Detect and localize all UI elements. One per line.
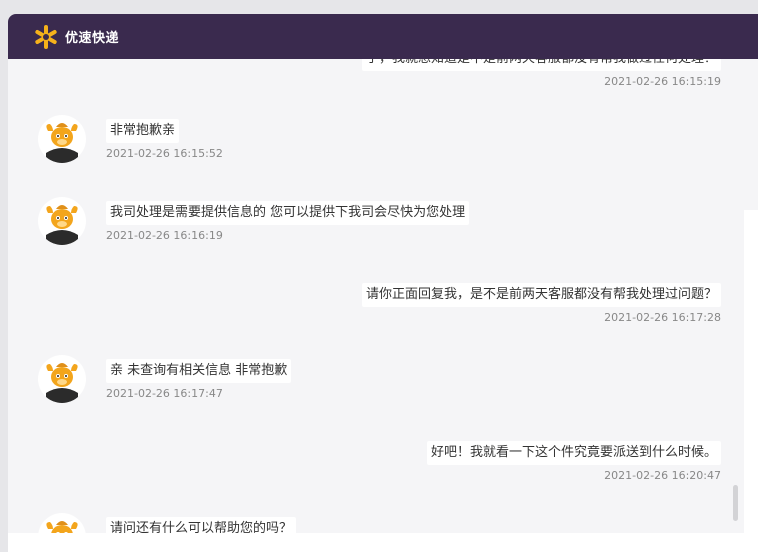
message-outgoing: 好吧！我就看一下这个件究竟要派送到什么时候。 2021-02-26 16:20:… bbox=[426, 441, 721, 484]
app-header: 优速快递 bbox=[8, 14, 758, 59]
agent-avatar bbox=[38, 355, 86, 403]
message-timestamp: 2021-02-26 16:17:28 bbox=[604, 311, 721, 324]
message-outgoing: 请你正面回复我，是不是前两天客服都没有帮我处理过问题？ 2021-02-26 1… bbox=[361, 283, 721, 326]
brand-name: 优速快递 bbox=[65, 31, 120, 46]
message-bubble: 我司处理是需要提供信息的 您可以提供下我司会尽快为您处理 bbox=[106, 201, 470, 225]
mascot-icon bbox=[46, 205, 78, 245]
message-incoming: 我司处理是需要提供信息的 您可以提供下我司会尽快为您处理 2021-02-26 … bbox=[106, 201, 470, 244]
message-timestamp: 2021-02-26 16:15:52 bbox=[106, 147, 223, 160]
message-incoming: 亲 未查询有相关信息 非常抱歉 2021-02-26 16:17:47 bbox=[106, 359, 292, 402]
message-bubble: 好吧！我就看一下这个件究竟要派送到什么时候。 bbox=[426, 441, 721, 465]
mascot-icon bbox=[46, 363, 78, 403]
message-bubble: 请你正面回复我，是不是前两天客服都没有帮我处理过问题？ bbox=[361, 283, 721, 307]
scrollbar[interactable] bbox=[728, 59, 743, 552]
agent-avatar bbox=[38, 197, 86, 245]
message-incoming: 非常抱歉亲 2021-02-26 16:15:52 bbox=[106, 119, 223, 162]
input-area[interactable] bbox=[8, 533, 758, 552]
message-timestamp: 2021-02-26 16:15:19 bbox=[604, 75, 721, 88]
message-outgoing: 了，我就想知道是不是前两天客服都没有帮我做过任何处理？ 2021-02-26 1… bbox=[361, 59, 721, 90]
message-timestamp: 2021-02-26 16:20:47 bbox=[604, 469, 721, 482]
message-list[interactable]: 了，我就想知道是不是前两天客服都没有帮我做过任何处理？ 2021-02-26 1… bbox=[8, 59, 743, 552]
side-panel-edge bbox=[744, 210, 758, 552]
chat-window: 优速快递 了，我就想知道是不是前两天客服都没有帮我做过任何处理？ 2021-02… bbox=[8, 14, 758, 552]
agent-avatar bbox=[38, 115, 86, 163]
message-bubble: 了，我就想知道是不是前两天客服都没有帮我做过任何处理？ bbox=[361, 59, 721, 71]
asterisk-logo-icon bbox=[33, 24, 59, 50]
brand-logo: 优速快递 bbox=[33, 24, 119, 50]
mascot-icon bbox=[46, 123, 78, 163]
message-bubble: 亲 未查询有相关信息 非常抱歉 bbox=[106, 359, 292, 383]
message-timestamp: 2021-02-26 16:17:47 bbox=[106, 387, 223, 400]
scrollbar-thumb[interactable] bbox=[733, 485, 738, 521]
message-timestamp: 2021-02-26 16:16:19 bbox=[106, 229, 223, 242]
message-bubble: 非常抱歉亲 bbox=[106, 119, 180, 143]
